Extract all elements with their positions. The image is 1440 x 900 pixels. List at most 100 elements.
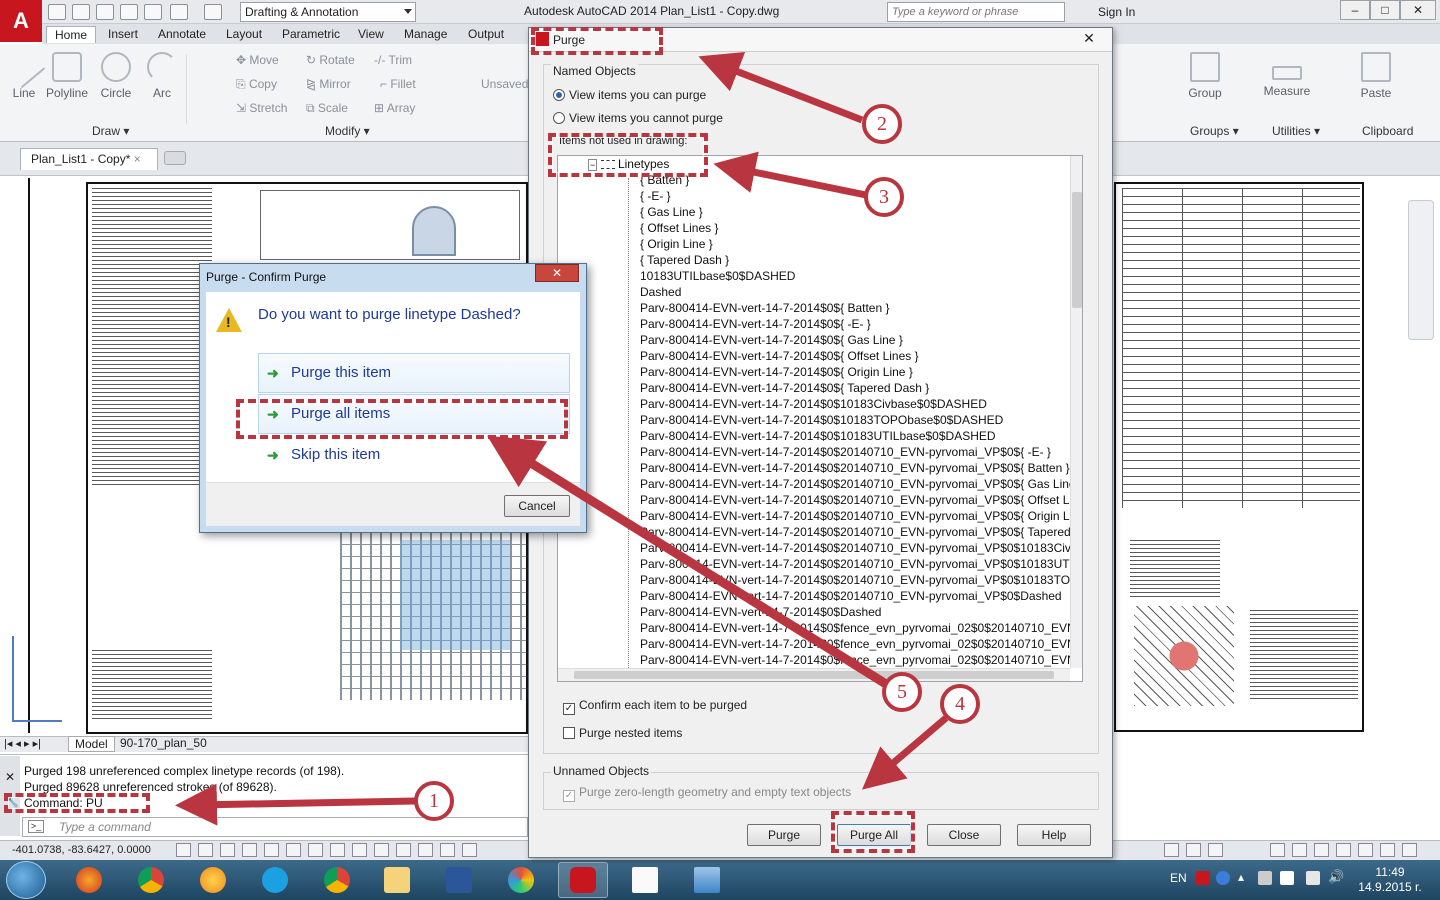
skip-this-item-link[interactable]: ➜ Skip this item: [258, 435, 570, 475]
open-file-icon[interactable]: [72, 4, 90, 20]
tree-item[interactable]: Parv-800414-EVN-vert-14-7-2014$0$2014071…: [640, 572, 1082, 588]
tab-manage[interactable]: Manage: [396, 26, 455, 42]
tree-item[interactable]: Parv-800414-EVN-vert-14-7-2014$0$2014071…: [640, 556, 1082, 572]
help-button[interactable]: Help: [1017, 824, 1091, 846]
undo-icon[interactable]: [170, 4, 188, 20]
tree-item[interactable]: Parv-800414-EVN-vert-14-7-2014$0$10183TO…: [640, 412, 1003, 428]
copy-tool[interactable]: ⎘ Copy: [236, 77, 277, 92]
purge-button[interactable]: Purge: [747, 824, 821, 846]
quick-view-drawings-icon[interactable]: [1208, 843, 1223, 857]
close-icon[interactable]: ×: [134, 152, 141, 166]
skype-taskbar-icon[interactable]: [250, 862, 300, 898]
ortho-icon[interactable]: [242, 843, 257, 857]
scrollbar-thumb[interactable]: [1072, 192, 1082, 308]
view-cannot-purge-radio[interactable]: View items you cannot purge: [553, 111, 723, 125]
fillet-tool[interactable]: ⌐ Fillet: [380, 77, 416, 91]
snap-icon[interactable]: [198, 843, 213, 857]
tree-item[interactable]: Parv-800414-EVN-vert-14-7-2014$0$10183Ci…: [640, 396, 987, 412]
tree-item[interactable]: Dashed: [640, 284, 681, 300]
panel-clipboard-label[interactable]: Clipboard: [1362, 124, 1413, 138]
quick-view-layouts-icon[interactable]: [1186, 843, 1201, 857]
sign-in-link[interactable]: Sign In: [1098, 5, 1135, 19]
command-input[interactable]: Type a command: [22, 817, 528, 837]
close-icon[interactable]: ✕: [535, 264, 579, 282]
mirror-tool[interactable]: ⧎ Mirror: [306, 77, 351, 91]
group-tool[interactable]: Group: [1186, 52, 1224, 100]
workspace-switch-icon[interactable]: [1270, 843, 1285, 857]
ducs-icon[interactable]: [330, 843, 345, 857]
confirm-each-checkbox[interactable]: ✓ Confirm each item to be purged: [563, 698, 747, 715]
line-tool[interactable]: Line: [2, 45, 46, 100]
network-tray-icon[interactable]: [1258, 871, 1272, 885]
tree-item[interactable]: Parv-800414-EVN-vert-14-7-2014$0$2014071…: [640, 508, 1082, 524]
tree-horizontal-scrollbar[interactable]: [558, 668, 1070, 681]
navigation-bar[interactable]: [1408, 200, 1434, 340]
start-button[interactable]: [6, 861, 46, 899]
tree-item[interactable]: 10183UTILbase$0$DASHED: [640, 268, 795, 284]
tree-item[interactable]: Parv-800414-EVN-vert-14-7-2014$0$Dashed: [640, 604, 881, 620]
workspace-selector[interactable]: Drafting & Annotation: [240, 2, 416, 22]
tab-view[interactable]: View: [350, 26, 392, 42]
tree-item[interactable]: Parv-800414-EVN-vert-14-7-2014$0$2014071…: [640, 540, 1082, 556]
grid-icon[interactable]: [220, 843, 235, 857]
purge-this-item-link[interactable]: ➜ Purge this item: [258, 353, 570, 393]
tree-item[interactable]: Parv-800414-EVN-vert-14-7-2014$0${ Batte…: [640, 300, 890, 316]
move-tool[interactable]: ✥ Move: [236, 53, 279, 67]
print-icon[interactable]: [144, 4, 162, 20]
tab-model[interactable]: Model: [68, 736, 115, 752]
chrome-taskbar-icon[interactable]: [126, 862, 176, 898]
language-indicator[interactable]: EN: [1170, 871, 1187, 885]
close-window-button[interactable]: ✕: [1400, 0, 1436, 20]
autocad-logo-icon[interactable]: A: [0, 0, 42, 42]
measure-tool[interactable]: Measure: [1262, 52, 1312, 98]
tree-vertical-scrollbar[interactable]: [1070, 156, 1082, 668]
tab-layout-sheet[interactable]: 90-170_plan_50: [114, 736, 213, 750]
tree-item[interactable]: Parv-800414-EVN-vert-14-7-2014$0${ -E- }: [640, 316, 871, 332]
cancel-button[interactable]: Cancel: [504, 495, 570, 517]
panel-groups-label[interactable]: Groups ▾: [1190, 124, 1239, 138]
layout-nav-arrows[interactable]: |◂ ◂ ▸ ▸|: [4, 737, 41, 750]
tree-item[interactable]: Parv-800414-EVN-vert-14-7-2014$0$2014071…: [640, 460, 1070, 476]
hardware-acceleration-icon[interactable]: [1314, 843, 1329, 857]
tree-item[interactable]: Parv-800414-EVN-vert-14-7-2014$0$fence_e…: [640, 652, 1082, 668]
photo-viewer-taskbar-icon[interactable]: [682, 862, 732, 898]
unsaved-layer-state[interactable]: Unsaved: [481, 77, 528, 91]
autocad-taskbar-icon[interactable]: [558, 862, 608, 898]
tree-item[interactable]: Parv-800414-EVN-vert-14-7-2014$0$2014071…: [640, 588, 1062, 604]
dyn-icon[interactable]: [352, 843, 367, 857]
notepad-taskbar-icon[interactable]: [620, 862, 670, 898]
windows-flag-icon[interactable]: [1280, 871, 1294, 885]
lineweight-icon[interactable]: [374, 843, 389, 857]
array-tool[interactable]: ⊞ Array: [374, 101, 415, 115]
isolate-objects-icon[interactable]: [1336, 843, 1351, 857]
word-taskbar-icon[interactable]: [434, 862, 484, 898]
annotation-scale-icon[interactable]: [1358, 843, 1373, 857]
tree-item[interactable]: { Offset Lines }: [640, 220, 719, 236]
tree-item[interactable]: { Gas Line }: [640, 204, 703, 220]
tab-output[interactable]: Output: [460, 26, 512, 42]
show-hidden-icons-icon[interactable]: ▴: [1238, 870, 1244, 884]
tree-item[interactable]: Parv-800414-EVN-vert-14-7-2014$0${ Taper…: [640, 380, 929, 396]
transparency-icon[interactable]: [396, 843, 411, 857]
minimize-button[interactable]: –: [1340, 0, 1370, 20]
tree-item[interactable]: Parv-800414-EVN-vert-14-7-2014$0$fence_e…: [640, 636, 1082, 652]
clock[interactable]: 11:49 14.9.2015 r.: [1354, 865, 1426, 895]
annotation-monitor-icon[interactable]: [462, 843, 477, 857]
clean-screen-icon[interactable]: [1402, 843, 1417, 857]
signal-tray-icon[interactable]: [1306, 871, 1320, 885]
messenger-taskbar-icon[interactable]: [188, 862, 238, 898]
redo-icon[interactable]: [204, 4, 222, 20]
lock-icon[interactable]: [1292, 843, 1307, 857]
draw-extra-tools[interactable]: [186, 54, 222, 124]
polyline-tool[interactable]: Polyline: [42, 52, 92, 100]
lightbulb-icon[interactable]: [1380, 843, 1395, 857]
tree-item[interactable]: Parv-800414-EVN-vert-14-7-2014$0$fence_e…: [640, 620, 1082, 636]
tree-item[interactable]: { -E- }: [640, 188, 671, 204]
new-file-icon[interactable]: [48, 4, 66, 20]
chrome-taskbar-icon[interactable]: [312, 862, 362, 898]
save-as-icon[interactable]: [120, 4, 138, 20]
tree-item[interactable]: Parv-800414-EVN-vert-14-7-2014$0${ Gas L…: [640, 332, 903, 348]
volume-icon[interactable]: 🔊: [1328, 869, 1344, 885]
tab-annotate[interactable]: Annotate: [150, 26, 214, 42]
panel-draw-label[interactable]: Draw ▾: [92, 124, 129, 138]
